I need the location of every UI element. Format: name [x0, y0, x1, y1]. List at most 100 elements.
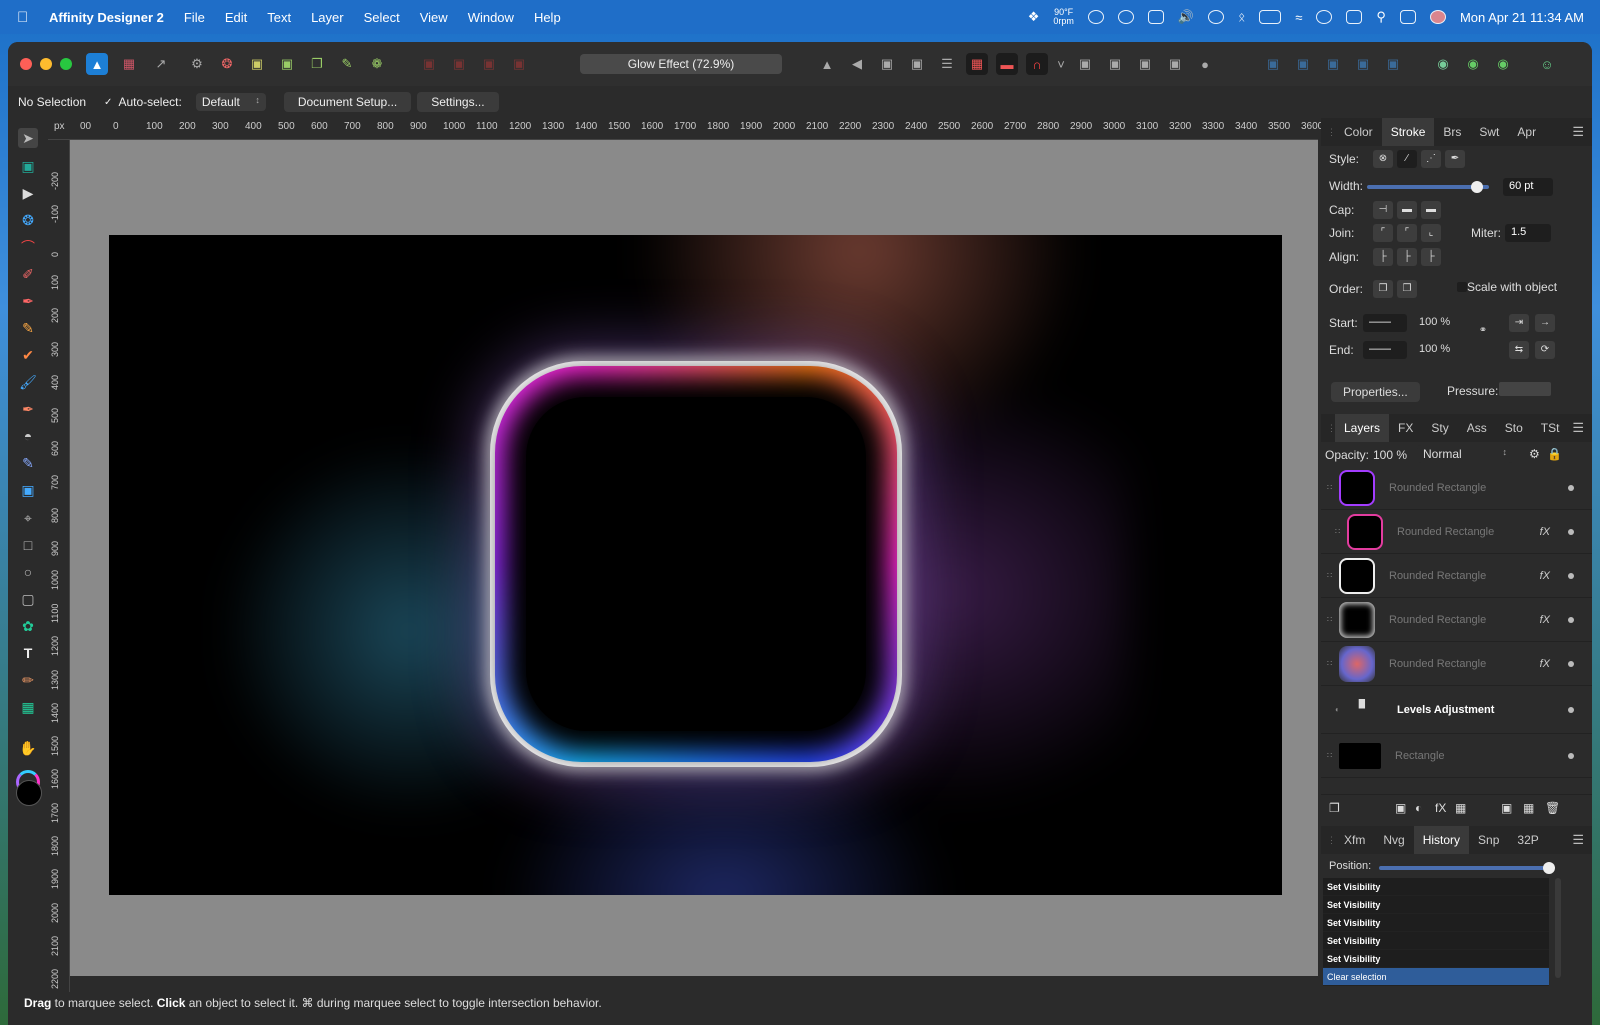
layer-visibility-toggle[interactable]	[1568, 706, 1574, 713]
select-bbox-icon[interactable]: ▣	[246, 53, 268, 75]
neon-rounded-rectangle[interactable]	[490, 361, 902, 767]
insert-bottom-icon[interactable]: ▣	[1382, 53, 1404, 75]
live-filter-icon[interactable]: ▦	[1455, 801, 1466, 815]
layer-drag-handle[interactable]: ∷	[1327, 751, 1332, 760]
insert-inside-icon[interactable]: ▣	[1262, 53, 1284, 75]
reset-arrows-icon[interactable]: ⟳	[1535, 341, 1555, 359]
history-item[interactable]: Set Visibility	[1323, 914, 1549, 932]
align-icon[interactable]: ☰	[936, 53, 958, 75]
history-item[interactable]: Set Visibility	[1323, 932, 1549, 950]
arrange-backward-icon[interactable]: ▣	[448, 53, 470, 75]
slice-tool-icon[interactable]: ▦	[18, 697, 38, 717]
document-title[interactable]: Glow Effect (72.9%)	[580, 54, 782, 74]
paint-brush-tool-icon[interactable]: ✒	[18, 399, 38, 419]
cap-round-icon[interactable]: ▬	[1397, 201, 1417, 219]
align-inside-icon[interactable]: ├	[1397, 248, 1417, 266]
menu-select[interactable]: Select	[364, 10, 400, 25]
menu-help[interactable]: Help	[534, 10, 561, 25]
corner-tool-icon[interactable]: ⌒	[18, 237, 38, 257]
tab-stock[interactable]: Sto	[1496, 414, 1532, 442]
mask-icon[interactable]: ▣	[1395, 801, 1406, 815]
settings-gear-icon[interactable]: ⚙	[186, 53, 208, 75]
path-edit-icon[interactable]: ✎	[336, 53, 358, 75]
layer-drag-handle[interactable]: ∷	[1327, 483, 1332, 492]
layer-row[interactable]: ∷ Rectangle	[1321, 734, 1592, 778]
boolean-divide-icon[interactable]: ●	[1194, 53, 1216, 75]
align-center-icon[interactable]: ├	[1373, 248, 1393, 266]
history-scrollbar[interactable]	[1555, 878, 1561, 978]
menu-app-name[interactable]: Affinity Designer 2	[49, 10, 164, 25]
document-setup-button[interactable]: Document Setup...	[283, 92, 412, 112]
order-front-icon[interactable]: ❐	[1397, 280, 1417, 298]
style-none-icon[interactable]: ⊗	[1373, 150, 1393, 168]
layer-fx-icon[interactable]: fX	[1540, 658, 1550, 670]
menu-layer[interactable]: Layer	[311, 10, 344, 25]
designer-persona-icon[interactable]: ▲	[86, 53, 108, 75]
auto-select-checkbox[interactable]: ✓	[104, 97, 112, 108]
bluetooth-icon[interactable]: ᛟ	[1238, 10, 1245, 24]
boolean-subtract-icon[interactable]: ▣	[1104, 53, 1126, 75]
wifi-icon[interactable]: ≈	[1295, 10, 1302, 25]
panel-menu-icon[interactable]: ☰	[1572, 832, 1584, 848]
layer-options-icon[interactable]: ❐	[1329, 801, 1340, 815]
node-tool-icon[interactable]: ▶	[18, 183, 38, 203]
display-icon[interactable]	[1147, 10, 1164, 24]
layer-row[interactable]: ∷ Rounded Rectangle fX	[1321, 554, 1592, 598]
layer-drag-handle[interactable]: ∷	[1327, 615, 1332, 624]
start-arrowhead-select[interactable]: ——	[1363, 314, 1407, 332]
insert-above-icon[interactable]: ▣	[1322, 53, 1344, 75]
join-bevel-icon[interactable]: ⌞	[1421, 224, 1441, 242]
fx-icon[interactable]: fX	[1435, 801, 1446, 815]
layer-drag-handle[interactable]: ◐	[1335, 705, 1340, 714]
end-scale-value[interactable]: 100 %	[1419, 343, 1450, 355]
history-position-knob[interactable]	[1543, 862, 1555, 874]
width-slider-knob[interactable]	[1470, 181, 1483, 193]
snapping-icon[interactable]: ❂	[216, 53, 238, 75]
flip-horizontal-icon[interactable]: ▲	[816, 53, 838, 75]
control-center-icon[interactable]	[1399, 10, 1416, 24]
color-picker-tool-icon[interactable]: ✏	[18, 670, 38, 690]
delete-layer-icon[interactable]: 🗑	[1545, 801, 1560, 815]
menu-edit[interactable]: Edit	[225, 10, 247, 25]
battery-icon[interactable]	[1259, 10, 1282, 24]
apple-icon[interactable]: 	[17, 9, 35, 26]
layer-row[interactable]: ◐ ▘ Levels Adjustment	[1321, 686, 1592, 734]
tab-assets[interactable]: Ass	[1458, 414, 1496, 442]
tab-appearance[interactable]: Apr	[1508, 118, 1545, 146]
arrange-forward-icon[interactable]: ▣	[478, 53, 500, 75]
history-position-slider[interactable]	[1379, 866, 1549, 870]
vector-brush-tool-icon[interactable]: ✔	[18, 345, 38, 365]
style-brush-icon[interactable]: ✒	[1445, 150, 1465, 168]
insert-behind-icon[interactable]: ▣	[1292, 53, 1314, 75]
share-icon[interactable]: ↗	[150, 53, 172, 75]
layer-visibility-toggle[interactable]	[1568, 484, 1574, 491]
tab-fx[interactable]: FX	[1389, 414, 1422, 442]
link-chain-icon[interactable]: ⚭	[1473, 322, 1493, 340]
history-item[interactable]: Set Visibility	[1323, 950, 1549, 968]
artboard-tool-icon[interactable]: ▣	[18, 156, 38, 176]
start-scale-value[interactable]: 100 %	[1419, 316, 1450, 328]
arrow-forward-icon[interactable]: →	[1535, 314, 1555, 332]
tab-swatches[interactable]: Swt	[1470, 118, 1508, 146]
auto-select-dropdown[interactable]: Default	[195, 93, 266, 111]
layer-visibility-toggle[interactable]	[1568, 752, 1574, 759]
layer-visibility-toggle[interactable]	[1568, 572, 1574, 579]
pressure-curve[interactable]	[1499, 382, 1551, 396]
chevron-down-icon[interactable]: ˅	[1056, 53, 1066, 75]
rotate-left-icon[interactable]: ▣	[876, 53, 898, 75]
spotlight-icon[interactable]: ⚲	[1376, 9, 1386, 25]
layer-row[interactable]: ∷ Rounded Rectangle fX	[1321, 642, 1592, 686]
menu-datetime[interactable]: Mon Apr 21 11:34 AM	[1460, 10, 1584, 25]
color-picker-icon[interactable]: ◉	[1492, 53, 1514, 75]
horizontal-ruler[interactable]: px 00 0 100 200 300 400 500 600 700 800 900 1000 110…	[48, 118, 1323, 140]
measure-tool-icon[interactable]: ✐	[18, 264, 38, 284]
pen-tool-icon[interactable]: ✒	[18, 291, 38, 311]
adjustment-icon[interactable]: ◐	[1415, 801, 1422, 815]
move-tool-icon[interactable]: ➤	[18, 128, 38, 148]
comments-icon[interactable]: ◉	[1432, 53, 1454, 75]
layer-visibility-toggle[interactable]	[1568, 616, 1574, 623]
cap-square-icon[interactable]: ▬	[1421, 201, 1441, 219]
accessibility-icon[interactable]	[1087, 10, 1104, 24]
close-window-button[interactable]	[20, 58, 32, 70]
hand-tool-icon[interactable]: ✋	[18, 738, 38, 758]
